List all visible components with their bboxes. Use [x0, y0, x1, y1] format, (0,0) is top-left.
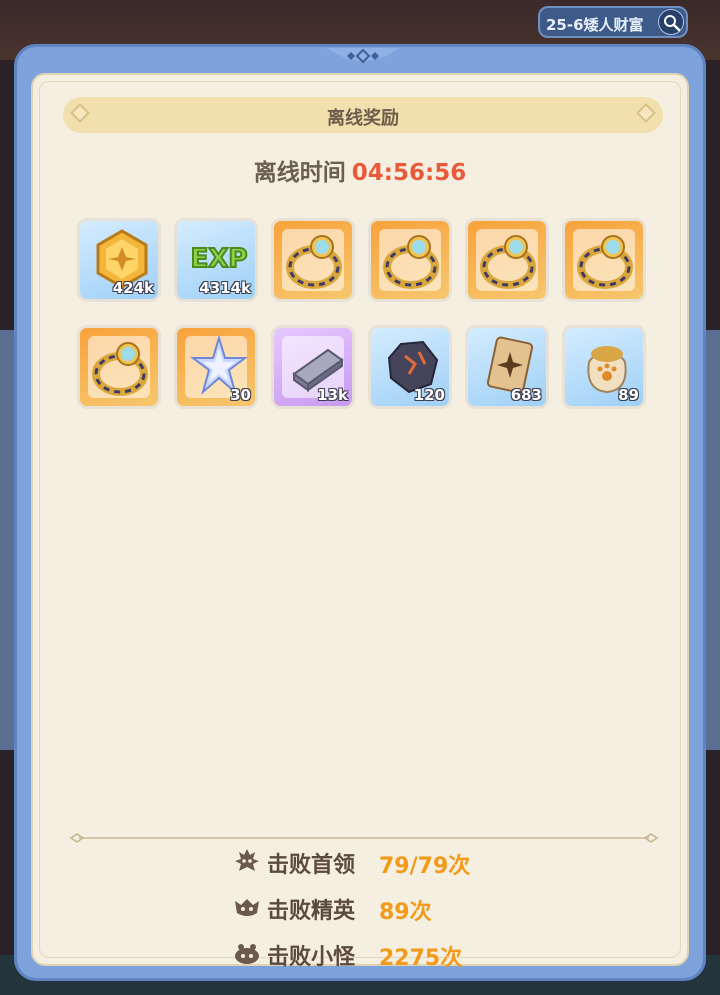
ring-icon	[480, 235, 536, 289]
stat-label: 击败首领	[267, 853, 356, 878]
stat-label: 击败精英	[267, 899, 356, 924]
svg-text:EXP: EXP	[191, 244, 248, 274]
ornament-icon	[327, 48, 399, 64]
stat-label: 击败小怪	[267, 945, 356, 970]
reward-item[interactable]	[77, 325, 161, 409]
reward-item[interactable]	[271, 218, 355, 302]
reward-item[interactable]: 120	[368, 325, 452, 409]
elite-icon	[235, 899, 259, 916]
reward-item[interactable]: 89	[562, 325, 646, 409]
ring-icon	[577, 235, 633, 289]
stat-value: 2275次	[379, 946, 463, 971]
reward-item[interactable]	[562, 218, 646, 302]
reward-item[interactable]: 30	[174, 325, 258, 409]
offline-reward-dialog: 离线奖励 离线时间 04:56:56 424k EXP 4314k 30 13k…	[14, 44, 706, 981]
dialog-title-bar: 离线奖励	[63, 97, 663, 133]
stat-value: 89次	[379, 900, 432, 925]
boss-icon	[235, 849, 259, 871]
dialog-title: 离线奖励	[327, 108, 399, 129]
reward-item[interactable]: 683	[465, 325, 549, 409]
reward-item[interactable]	[465, 218, 549, 302]
offline-time-label: 离线时间	[253, 160, 346, 186]
reward-item[interactable]: EXP 4314k	[174, 218, 258, 302]
search-icon	[664, 15, 681, 32]
reward-item[interactable]: 13k	[271, 325, 355, 409]
reward-quantity: 13k	[317, 386, 348, 404]
reward-grid: 424k EXP 4314k 30 13k 120 683 89	[77, 218, 657, 418]
search-button[interactable]	[658, 9, 684, 35]
ring-icon	[383, 235, 439, 289]
reward-quantity: 424k	[112, 279, 154, 297]
minion-icon	[235, 944, 259, 964]
offline-time-value: 04:56:56	[351, 160, 467, 186]
stage-chip[interactable]: 25-6矮人财富	[538, 6, 688, 38]
divider	[69, 833, 659, 843]
reward-quantity: 4314k	[199, 279, 251, 297]
dialog-body: 离线奖励 离线时间 04:56:56 424k EXP 4314k 30 13k…	[31, 73, 689, 971]
ring-icon	[286, 235, 342, 289]
stage-label: 25-6矮人财富	[546, 16, 644, 34]
stat-value: 79/79次	[379, 854, 471, 879]
reward-quantity: 30	[230, 386, 251, 404]
reward-quantity: 120	[413, 386, 445, 404]
reward-item[interactable]: 424k	[77, 218, 161, 302]
reward-quantity: 683	[510, 386, 542, 404]
reward-item[interactable]	[368, 218, 452, 302]
offline-time-row: 离线时间 04:56:56	[33, 153, 687, 187]
reward-quantity: 89	[618, 386, 639, 404]
ring-icon	[92, 342, 148, 396]
